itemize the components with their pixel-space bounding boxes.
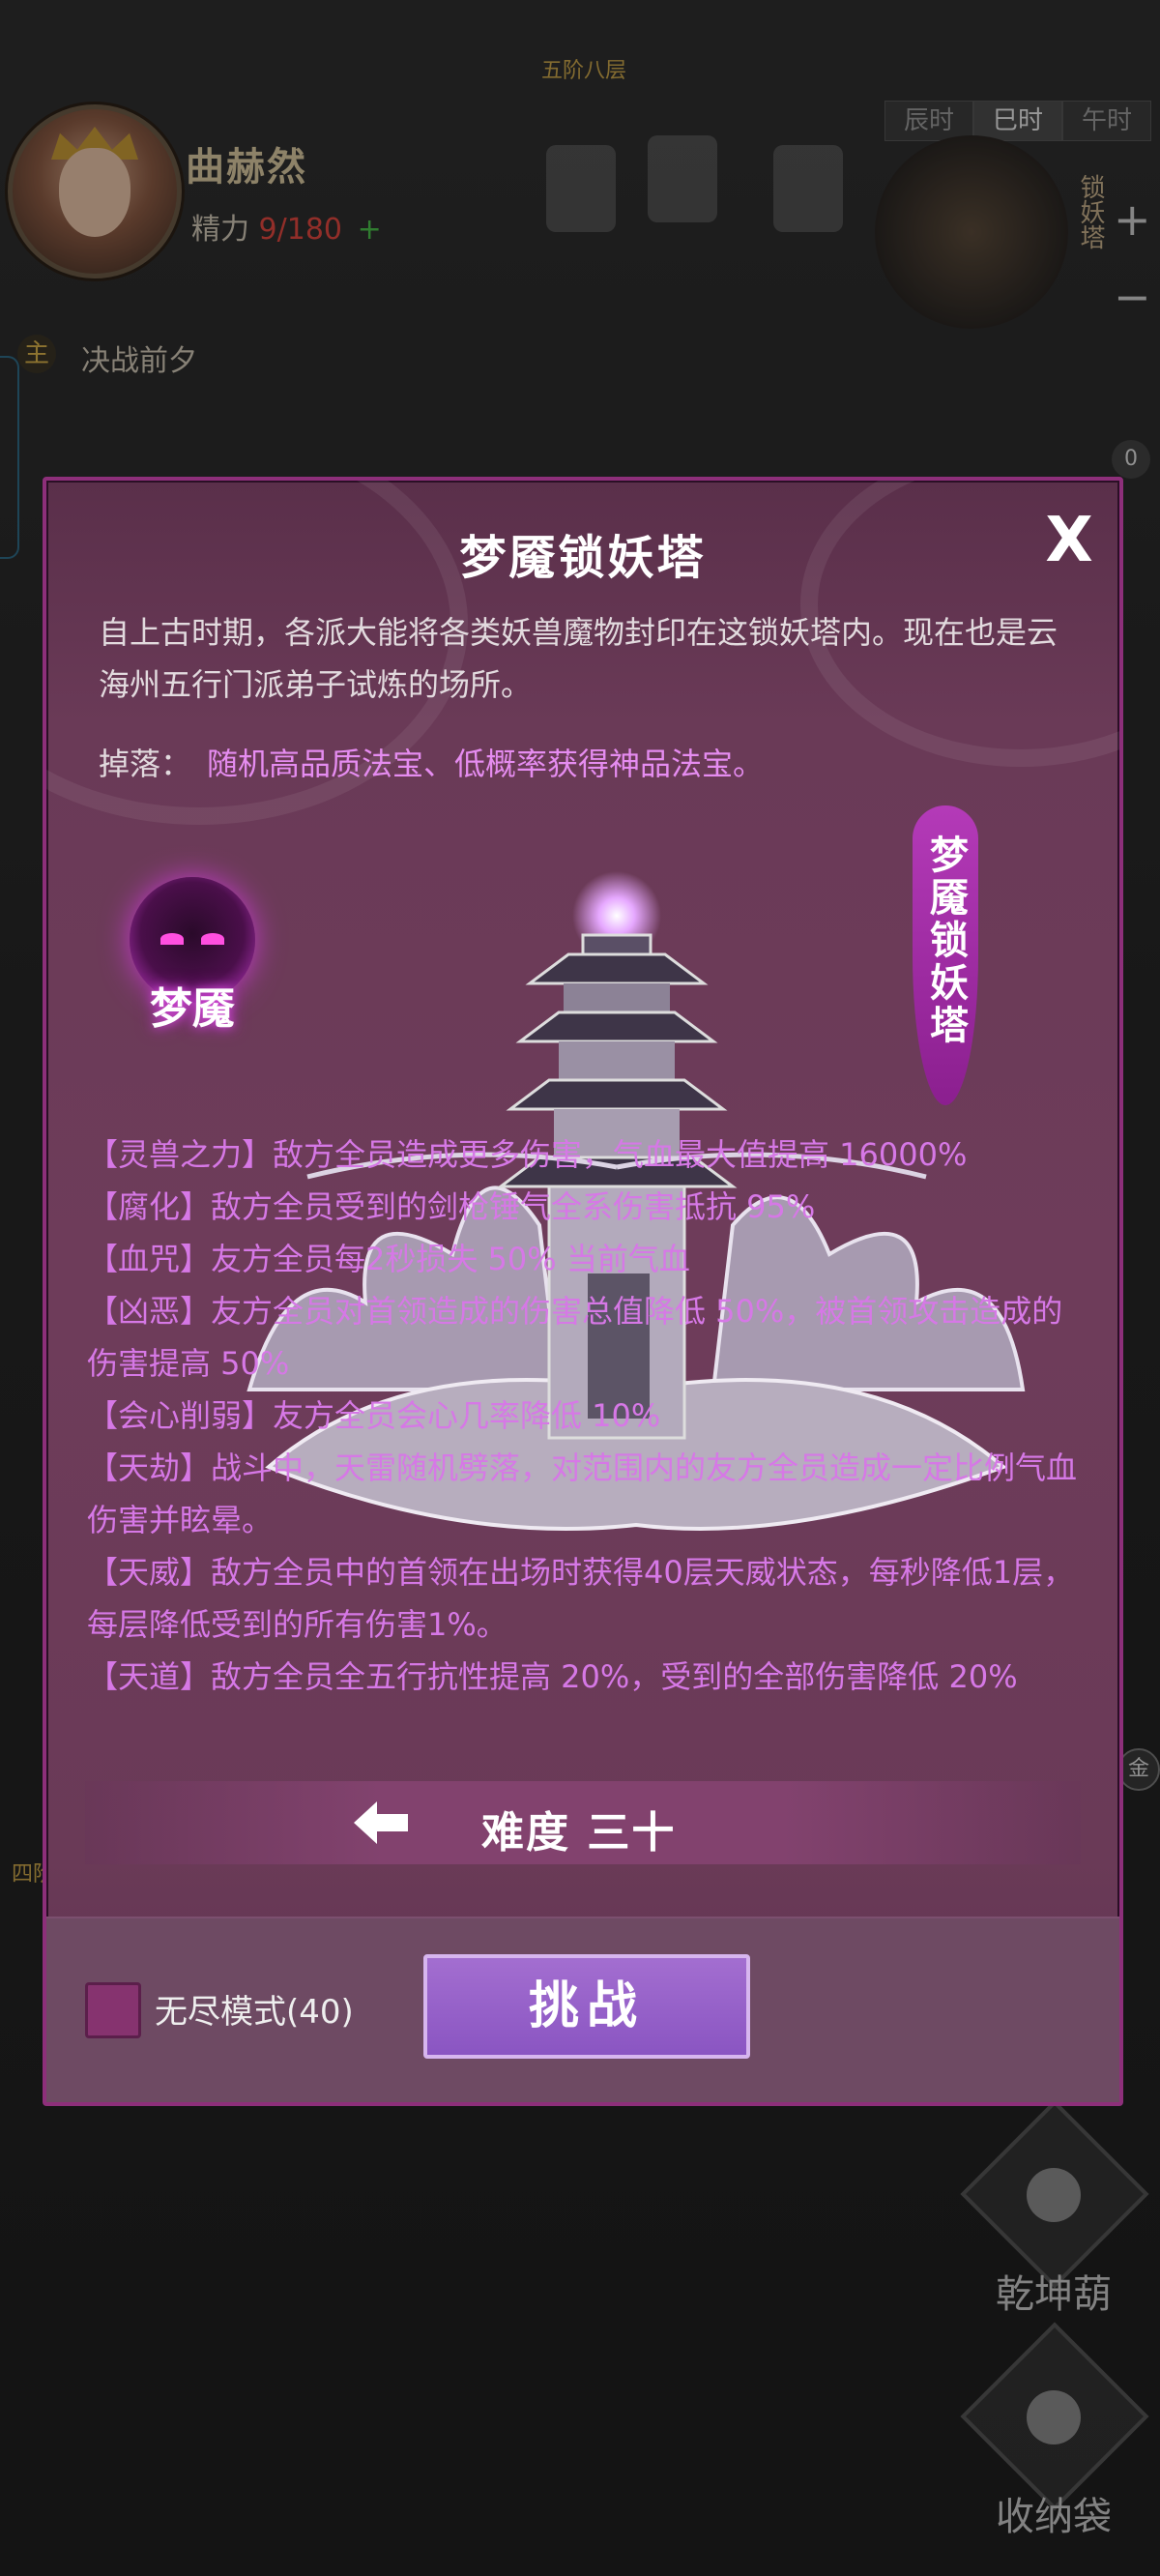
difficulty-label: 难度 三十: [481, 1808, 677, 1858]
boss-eye: [160, 933, 184, 945]
endless-mode-label[interactable]: 无尽模式(40): [155, 1985, 354, 2033]
tower-banner-text: 梦魇锁妖塔: [923, 834, 969, 1047]
challenge-button[interactable]: 挑战: [423, 1954, 750, 2059]
effect-item: 【天威】敌方全员中的首领在出场时获得40层天威状态，每秒降低1层，每层降低受到的…: [87, 1554, 1075, 1643]
boss-eye: [201, 933, 224, 945]
arrow-left-icon[interactable]: [354, 1801, 408, 1844]
drops-value: 随机高品质法宝、低概率获得神品法宝。: [207, 746, 765, 782]
effect-item: 【腐化】敌方全员受到的剑枪锤气全系伤害抵抗 95%: [87, 1188, 816, 1225]
effect-item: 【会心削弱】友方全员会心几率降低 10%: [87, 1397, 661, 1434]
effect-item: 【血咒】友方全员每2秒损失 50% 当前气血: [87, 1241, 690, 1277]
effect-item: 【天劫】战斗中，天雷随机劈落，对范围内的友方全员造成一定比例气血伤害并眩晕。: [87, 1449, 1078, 1538]
drops-row: 掉落： 随机高品质法宝、低概率获得神品法宝。: [99, 740, 764, 784]
tower-name-banner: 梦魇锁妖塔: [913, 805, 978, 1105]
close-icon[interactable]: X: [1032, 504, 1106, 577]
effects-list: 【灵兽之力】敌方全员造成更多伤害，气血最大值提高 16000% 【腐化】敌方全员…: [87, 1128, 1092, 1703]
tower-description: 自上古时期，各派大能将各类妖兽魔物封印在这锁妖塔内。现在也是云海州五行门派弟子试…: [99, 614, 1058, 703]
effect-item: 【灵兽之力】敌方全员造成更多伤害，气血最大值提高 16000%: [87, 1136, 968, 1173]
tower-dialog: 梦魇锁妖塔 X 自上古时期，各派大能将各类妖兽魔物封印在这锁妖塔内。现在也是云海…: [43, 477, 1123, 2106]
effect-item: 【天道】敌方全员全五行抗性提高 20%，受到的全部伤害降低 20%: [87, 1658, 1018, 1695]
dialog-title: 梦魇锁妖塔: [459, 531, 707, 585]
drops-label: 掉落：: [99, 746, 192, 782]
endless-mode-checkbox[interactable]: [85, 1982, 141, 2038]
boss-name: 梦魇: [150, 984, 235, 1034]
effect-item: 【凶恶】友方全员对首领造成的伤害总值降低 50%，被首领攻击造成的伤害提高 50…: [87, 1293, 1063, 1382]
